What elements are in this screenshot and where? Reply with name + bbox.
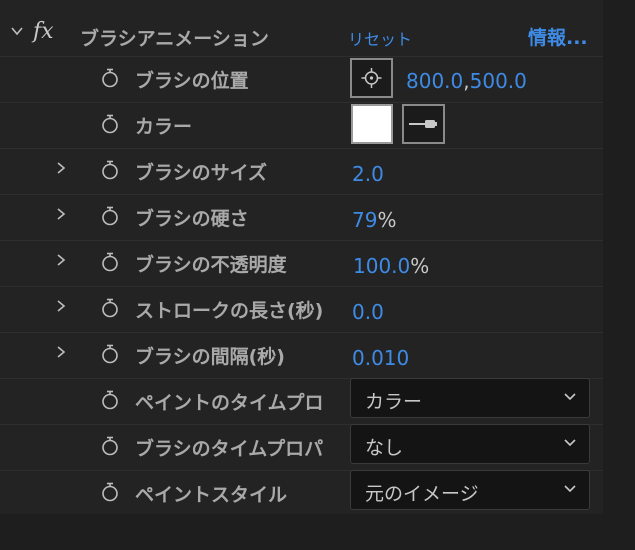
property-row: ブラシのタイムプロパ なし (0, 424, 603, 471)
percent-unit: % (410, 254, 430, 278)
stopwatch-icon[interactable] (100, 436, 120, 456)
chevron-right-icon[interactable] (55, 160, 67, 179)
property-row: ブラシの位置 800.0,500.0 (0, 56, 603, 103)
fx-icon[interactable]: fx (33, 21, 59, 45)
property-row: カラー (0, 102, 603, 149)
property-label: ブラシのタイムプロパ (135, 438, 324, 460)
property-row: ペイントのタイムプロ カラー (0, 378, 603, 425)
effect-controls-panel: fx ブラシアニメーション リセット 情報... ブラシの位置 800.0,50… (0, 0, 603, 514)
chevron-down-icon (564, 485, 576, 493)
crosshair-icon[interactable] (350, 58, 393, 98)
stopwatch-icon[interactable] (100, 390, 120, 410)
effect-header-row: fx ブラシアニメーション リセット 情報... (0, 12, 603, 57)
stopwatch-icon[interactable] (100, 114, 120, 134)
stopwatch-icon[interactable] (100, 206, 120, 226)
hardness-number[interactable]: 79 (352, 208, 377, 232)
dropdown-value: なし (365, 437, 404, 459)
property-label: ペイントのタイムプロ (135, 392, 324, 414)
position-x-value[interactable]: 800.0 (406, 69, 463, 93)
info-link[interactable]: 情報... (528, 23, 588, 50)
stroke-length-value[interactable]: 0.0 (352, 300, 384, 324)
property-label: ストロークの長さ(秒) (135, 300, 324, 322)
property-label: ブラシの位置 (135, 70, 249, 92)
property-row: ストロークの長さ(秒) 0.0 (0, 286, 603, 333)
chevron-right-icon[interactable] (55, 252, 67, 271)
property-row: ブラシの不透明度 100.0% (0, 240, 603, 287)
hardness-value[interactable]: 79% (352, 208, 396, 232)
paint-time-property-dropdown[interactable]: カラー (350, 378, 590, 418)
chevron-down-icon[interactable] (10, 24, 26, 40)
property-label: ブラシの硬さ (135, 208, 249, 230)
property-row: ブラシの間隔(秒) 0.010 (0, 332, 603, 379)
property-label: カラー (135, 116, 193, 138)
stopwatch-icon[interactable] (100, 160, 120, 180)
property-label: ブラシの不透明度 (135, 254, 287, 276)
chevron-right-icon[interactable] (55, 298, 67, 317)
effect-name: ブラシアニメーション (80, 28, 269, 50)
paint-style-dropdown[interactable]: 元のイメージ (350, 470, 590, 510)
dropdown-value: 元のイメージ (365, 483, 479, 505)
property-label: ペイントスタイル (135, 484, 288, 506)
stopwatch-icon[interactable] (100, 344, 120, 364)
opacity-value[interactable]: 100.0% (353, 254, 429, 278)
property-row: ブラシのサイズ 2.0 (0, 148, 603, 195)
chevron-right-icon[interactable] (55, 206, 67, 225)
property-row: ブラシの硬さ 79% (0, 194, 603, 241)
stopwatch-icon[interactable] (100, 298, 120, 318)
opacity-number[interactable]: 100.0 (353, 254, 410, 278)
percent-unit: % (377, 208, 397, 232)
stopwatch-icon[interactable] (100, 252, 120, 272)
chevron-down-icon (564, 439, 576, 447)
color-swatch[interactable] (351, 104, 393, 144)
reset-link[interactable]: リセット (348, 26, 412, 50)
property-label: ブラシのサイズ (135, 162, 268, 184)
chevron-right-icon[interactable] (55, 344, 67, 363)
chevron-down-icon (564, 393, 576, 401)
property-label: ブラシの間隔(秒) (135, 346, 285, 368)
eyedropper-icon[interactable] (402, 104, 445, 144)
position-value[interactable]: 800.0,500.0 (406, 69, 527, 93)
dropdown-value: カラー (365, 391, 423, 413)
position-y-value[interactable]: 500.0 (470, 69, 527, 93)
property-row: ペイントスタイル 元のイメージ (0, 470, 603, 514)
brush-spacing-value[interactable]: 0.010 (352, 346, 409, 370)
stopwatch-icon[interactable] (100, 482, 120, 502)
brush-size-value[interactable]: 2.0 (352, 162, 384, 186)
brush-time-property-dropdown[interactable]: なし (350, 424, 590, 464)
stopwatch-icon[interactable] (100, 68, 120, 88)
